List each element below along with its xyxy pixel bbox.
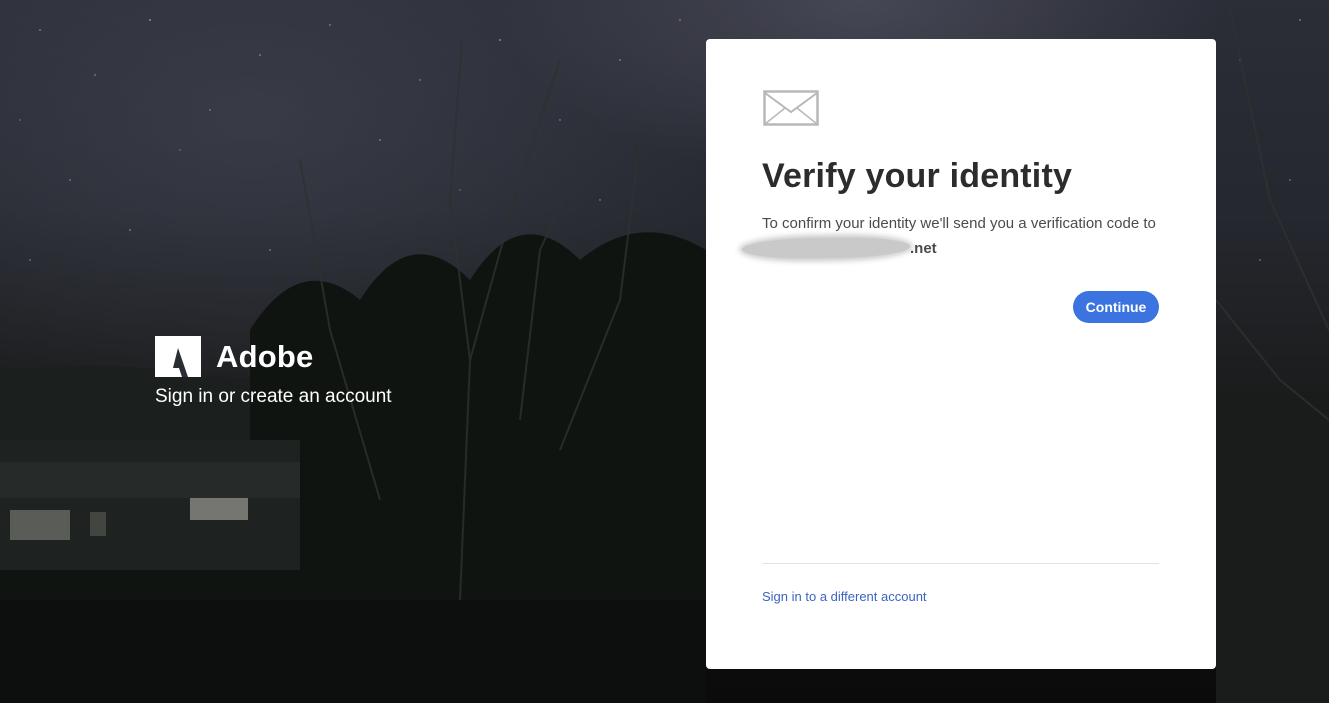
email-address: .net — [741, 236, 992, 262]
adobe-logo-icon — [155, 336, 201, 377]
redacted-email-mark — [741, 236, 911, 260]
brand-tagline: Sign in or create an account — [155, 386, 392, 407]
email-domain: .net — [910, 240, 937, 257]
verify-identity-card: Verify your identity To confirm your ide… — [706, 39, 1216, 669]
page-title: Verify your identity — [762, 157, 1073, 195]
sign-in-different-account-link[interactable]: Sign in to a different account — [762, 588, 927, 606]
brand-block: Adobe Sign in or create an account — [155, 336, 392, 409]
brand-name: Adobe — [216, 339, 314, 374]
continue-button[interactable]: Continue — [1073, 291, 1159, 323]
verification-message: To confirm your identity we'll send you … — [762, 215, 1156, 232]
mail-icon — [763, 90, 819, 126]
brand-row: Adobe — [155, 336, 392, 377]
divider — [762, 563, 1159, 564]
sign-in-page: Adobe Sign in or create an account Verif… — [0, 0, 1329, 703]
